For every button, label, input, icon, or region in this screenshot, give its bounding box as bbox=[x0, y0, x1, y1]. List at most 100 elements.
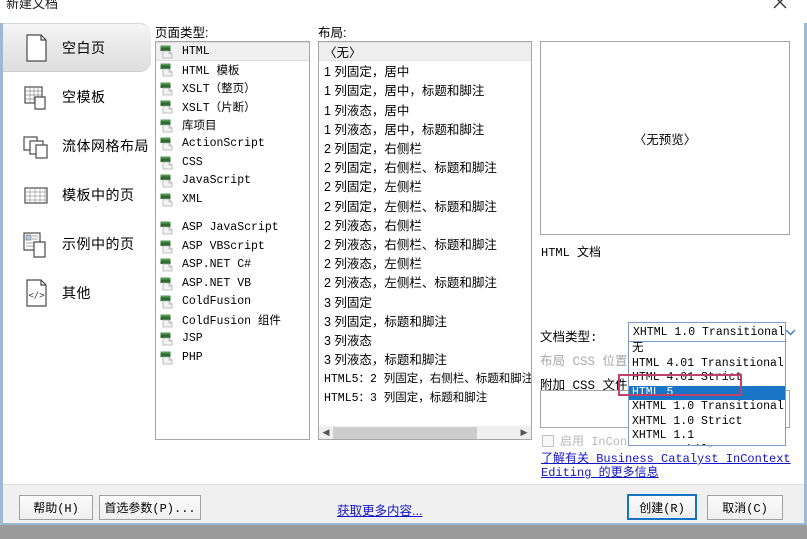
file-type-icon bbox=[160, 276, 175, 291]
layout-listbox[interactable]: 〈无〉 1 列固定，居中 1 列固定，居中，标题和脚注 1 列液态，居中 1 列液态，居… bbox=[318, 41, 532, 440]
doctype-option-1[interactable]: HTML 4.01 Transitional bbox=[629, 357, 785, 372]
layout-item-15[interactable]: 3 列液态 bbox=[319, 330, 531, 349]
file-type-icon bbox=[160, 136, 175, 151]
incontext-editing-checkbox[interactable] bbox=[542, 434, 554, 447]
doctype-option-4[interactable]: XHTML 1.0 Transitional bbox=[629, 400, 785, 415]
scrollbar-track[interactable] bbox=[333, 426, 517, 439]
sidebar-item-5[interactable]: </> 其他 bbox=[3, 268, 151, 317]
page-type-label: XSLT（整页） bbox=[182, 83, 256, 97]
file-type-icon bbox=[160, 99, 175, 114]
file-type-icon bbox=[160, 294, 175, 309]
blank-page-icon bbox=[21, 32, 51, 64]
layout-horizontal-scrollbar[interactable]: ◀ ▶ bbox=[318, 426, 532, 440]
file-type-icon bbox=[160, 350, 175, 365]
layout-item-8[interactable]: 2 列固定，左侧栏、标题和脚注 bbox=[319, 196, 531, 215]
sidebar-item-0[interactable]: 空白页 bbox=[3, 23, 151, 72]
css-position-label: 布局 CSS 位置: bbox=[540, 355, 636, 369]
doctype-option-5[interactable]: XHTML 1.0 Strict bbox=[629, 415, 785, 430]
page-type-label: ASP.NET VB bbox=[182, 276, 252, 290]
page-type-item-15[interactable]: JSP bbox=[156, 330, 309, 349]
layout-item-5[interactable]: 2 列固定，右侧栏 bbox=[319, 138, 531, 157]
file-type-icon bbox=[160, 192, 175, 207]
page-type-item-1[interactable]: HTML 模板 bbox=[156, 61, 309, 80]
fluid-grid-icon bbox=[21, 130, 51, 162]
page-type-item-4[interactable]: 库项目 bbox=[156, 116, 309, 135]
sidebar-item-4[interactable]: 示例中的页 bbox=[3, 219, 151, 268]
page-type-item-0[interactable]: HTML bbox=[156, 42, 309, 61]
layout-item-0[interactable]: 〈无〉 bbox=[319, 42, 531, 62]
sidebar-item-label: 空白页 bbox=[62, 39, 106, 56]
doctype-option-6[interactable]: XHTML 1.1 bbox=[629, 429, 785, 444]
doctype-option-7[interactable]: XHTML Mobile 1.0 bbox=[629, 444, 785, 446]
get-more-content-link[interactable]: 获取更多内容... bbox=[337, 500, 422, 519]
layout-item-18[interactable]: HTML5：3 列固定，标题和脚注 bbox=[319, 387, 531, 406]
doctype-dropdown-list[interactable]: 无 HTML 4.01 Transitional HTML 4.01 Strict H… bbox=[628, 342, 786, 446]
sidebar-item-3[interactable]: 模板中的页 bbox=[3, 170, 151, 219]
page-type-item-9[interactable]: ASP JavaScript bbox=[156, 219, 309, 238]
cancel-button[interactable]: 取消(C) bbox=[707, 495, 783, 520]
layout-item-9[interactable]: 2 列液态，右侧栏 bbox=[319, 215, 531, 234]
scroll-right-icon[interactable]: ▶ bbox=[517, 427, 531, 439]
layout-item-16[interactable]: 3 列液态，标题和脚注 bbox=[319, 349, 531, 368]
page-type-item-10[interactable]: ASP VBScript bbox=[156, 237, 309, 256]
page-type-label: JavaScript bbox=[182, 174, 252, 188]
layout-item-10[interactable]: 2 列液态，右侧栏、标题和脚注 bbox=[319, 234, 531, 253]
layout-item-2[interactable]: 1 列固定，居中，标题和脚注 bbox=[319, 80, 531, 99]
list-separator bbox=[156, 209, 309, 219]
page-type-item-2[interactable]: XSLT（整页） bbox=[156, 79, 309, 98]
layout-item-7[interactable]: 2 列固定，左侧栏 bbox=[319, 176, 531, 195]
preferences-button[interactable]: 首选参数(P)... bbox=[99, 495, 201, 520]
page-type-listbox[interactable]: HTML HTML 模板 XSLT（整页） XSLT（片断） 库项目 ActionScri… bbox=[155, 41, 310, 440]
doctype-option-2[interactable]: HTML 4.01 Strict bbox=[629, 371, 785, 386]
layout-item-3[interactable]: 1 列液态，居中 bbox=[319, 100, 531, 119]
page-type-label: JSP bbox=[182, 332, 203, 346]
close-icon[interactable] bbox=[763, 0, 797, 16]
help-button[interactable]: 帮助(H) bbox=[19, 495, 93, 520]
layout-heading: 布局: bbox=[318, 26, 347, 40]
sidebar-item-label: 示例中的页 bbox=[62, 235, 135, 252]
layout-item-17[interactable]: HTML5：2 列固定，右侧栏、标题和脚注 bbox=[319, 368, 531, 387]
page-type-item-8[interactable]: XML bbox=[156, 190, 309, 209]
layout-item-13[interactable]: 3 列固定 bbox=[319, 291, 531, 310]
page-type-item-16[interactable]: PHP bbox=[156, 348, 309, 367]
page-from-template-icon bbox=[21, 179, 51, 211]
doctype-option-0[interactable]: 无 bbox=[629, 342, 785, 357]
page-type-label: ASP JavaScript bbox=[182, 221, 279, 235]
scroll-left-icon[interactable]: ◀ bbox=[319, 427, 333, 439]
create-button[interactable]: 创建(R) bbox=[627, 494, 697, 520]
layout-item-1[interactable]: 1 列固定，居中 bbox=[319, 61, 531, 80]
doctype-combobox[interactable]: XHTML 1.0 Transitional bbox=[628, 322, 796, 342]
chevron-down-icon[interactable] bbox=[785, 323, 796, 341]
page-type-label: ColdFusion 组件 bbox=[182, 315, 281, 329]
file-type-icon bbox=[160, 313, 175, 328]
preview-placeholder-text: 〈无预览〉 bbox=[633, 132, 697, 147]
scrollbar-thumb[interactable] bbox=[333, 426, 477, 439]
file-type-icon bbox=[160, 155, 175, 170]
preview-caption: HTML 文档 bbox=[541, 246, 602, 260]
sidebar-item-2[interactable]: 流体网格布局 bbox=[3, 121, 151, 170]
page-type-label: XML bbox=[182, 192, 203, 206]
page-type-item-12[interactable]: ASP.NET VB bbox=[156, 274, 309, 293]
svg-text:</>: </> bbox=[28, 291, 45, 301]
page-type-item-11[interactable]: ASP.NET C# bbox=[156, 256, 309, 275]
doctype-label: 文档类型: bbox=[540, 331, 598, 345]
page-type-item-3[interactable]: XSLT（片断） bbox=[156, 98, 309, 117]
layout-item-14[interactable]: 3 列固定，标题和脚注 bbox=[319, 311, 531, 330]
layout-item-6[interactable]: 2 列固定，右侧栏、标题和脚注 bbox=[319, 157, 531, 176]
page-type-item-5[interactable]: ActionScript bbox=[156, 135, 309, 154]
page-type-heading: 页面类型: bbox=[155, 26, 209, 40]
other-code-icon: </> bbox=[21, 277, 51, 309]
sidebar-item-1[interactable]: 空模板 bbox=[3, 72, 151, 121]
incontext-info-link[interactable]: 了解有关 Business Catalyst InContext Editing… bbox=[541, 452, 793, 480]
file-type-icon bbox=[160, 173, 175, 188]
layout-item-4[interactable]: 1 列液态，居中，标题和脚注 bbox=[319, 119, 531, 138]
page-type-item-6[interactable]: CSS bbox=[156, 153, 309, 172]
page-type-item-7[interactable]: JavaScript bbox=[156, 172, 309, 191]
file-type-icon bbox=[160, 331, 175, 346]
page-type-item-14[interactable]: ColdFusion 组件 bbox=[156, 311, 309, 330]
doctype-option-3[interactable]: HTML 5 bbox=[629, 385, 785, 400]
layout-item-11[interactable]: 2 列液态，左侧栏 bbox=[319, 253, 531, 272]
layout-item-12[interactable]: 2 列液态，左侧栏、标题和脚注 bbox=[319, 272, 531, 291]
page-type-item-13[interactable]: ColdFusion bbox=[156, 293, 309, 312]
page-from-sample-icon bbox=[21, 228, 51, 260]
